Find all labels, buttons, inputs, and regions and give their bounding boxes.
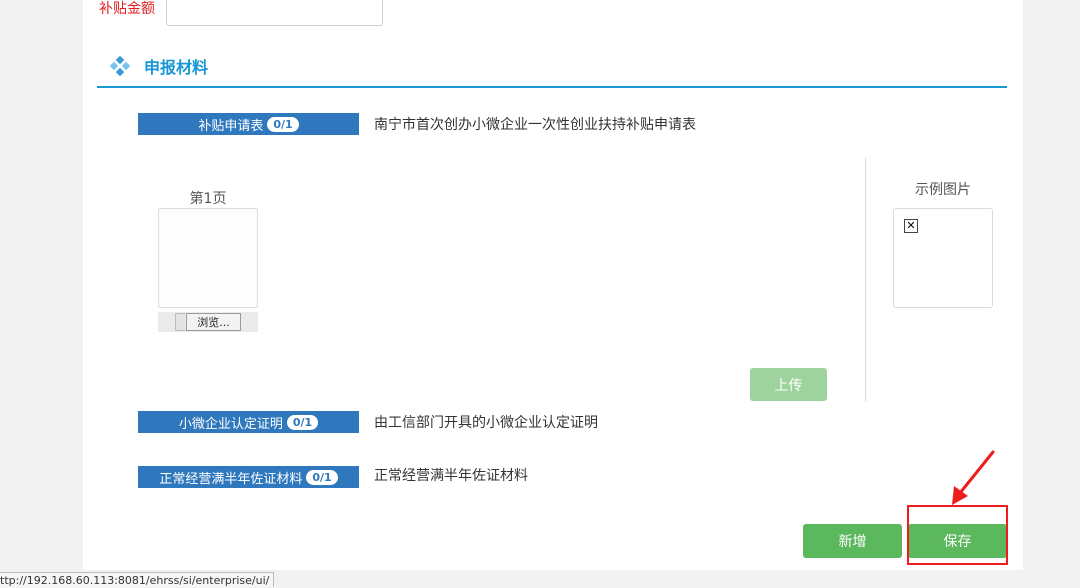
material-tag-label: 正常经营满半年佐证材料 [159, 471, 303, 487]
material-count-badge: 0/1 [267, 116, 299, 132]
section-divider [97, 86, 1007, 88]
material-count-badge: 0/1 [306, 469, 338, 485]
material-description: 正常经营满半年佐证材料 [374, 468, 528, 484]
material-tag-label: 小微企业认定证明 [178, 416, 283, 432]
material-description: 由工信部门开具的小微企业认定证明 [374, 415, 598, 431]
material-count-badge: 0/1 [286, 414, 319, 430]
status-bar-url: ttp://192.168.60.113:8081/ehrss/si/enter… [0, 572, 275, 587]
vertical-divider [865, 157, 866, 402]
add-button[interactable]: 新增 [803, 524, 902, 558]
page-label: 第1页 [189, 191, 227, 207]
diamond-cluster-icon [109, 55, 131, 77]
file-input-field[interactable] [175, 313, 185, 331]
material-tag-certification: 小微企业认定证明 0/1 [138, 411, 359, 433]
material-description: 南宁市首次创办小微企业一次性创业扶持补贴申请表 [374, 117, 696, 133]
upload-button[interactable]: 上传 [750, 368, 827, 401]
subsidy-amount-input[interactable] [166, 0, 383, 26]
save-highlight-box [907, 505, 1008, 565]
page-preview-box [158, 208, 258, 308]
material-tag-application-form: 补贴申请表 0/1 [138, 113, 359, 135]
browse-button[interactable]: 浏览... [186, 313, 241, 331]
section-title: 申报材料 [144, 58, 209, 77]
subsidy-amount-label: 补贴金额 [99, 1, 155, 17]
example-image-label: 示例图片 [915, 182, 971, 198]
section-header: 申报材料 [109, 54, 209, 78]
material-tag-operation-proof: 正常经营满半年佐证材料 0/1 [138, 466, 359, 488]
material-tag-label: 补贴申请表 [198, 118, 264, 134]
broken-image-icon: ✕ [904, 219, 918, 233]
red-arrow-icon [952, 450, 995, 505]
